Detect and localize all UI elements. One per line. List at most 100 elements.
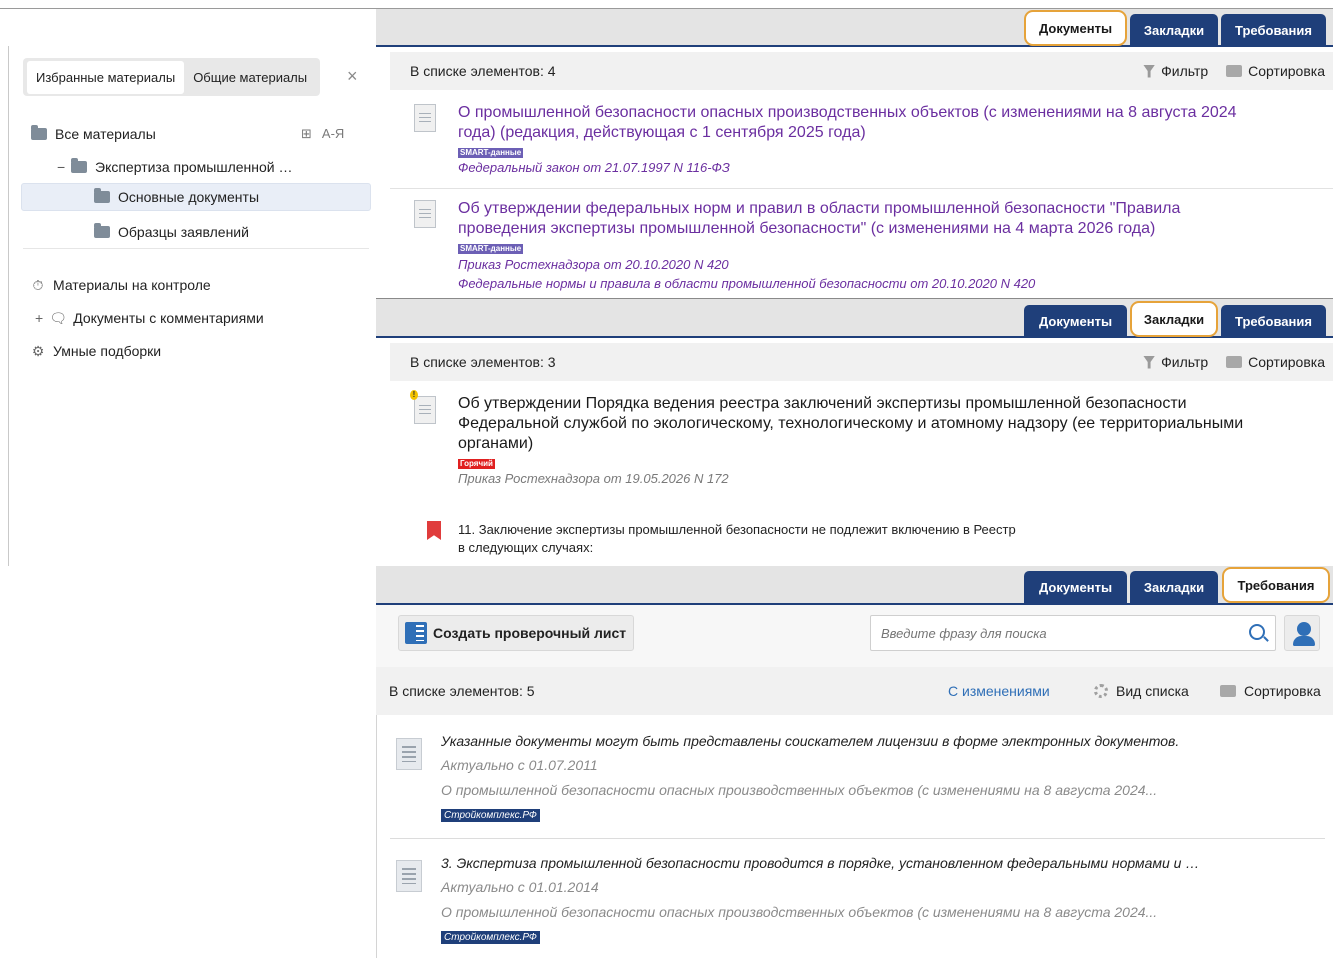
view-list-button[interactable]: Вид списка [1094,683,1189,699]
sort-label: Сортировка [1244,683,1321,699]
sort-az-button[interactable]: А-Я [322,126,344,142]
requirement-icon [396,738,422,770]
create-checklist-label: Создать проверочный лист [433,625,627,641]
sidebar-divider [23,248,369,249]
sort-icon [1220,685,1236,697]
filter-label: Фильтр [1161,63,1209,79]
warning-icon: ! [410,390,418,400]
sidebar-item-label: Умные подборки [53,343,162,359]
document-icon [414,104,436,132]
stopwatch-icon: ⏱ [32,276,44,293]
tree-label: Образцы заявлений [118,224,249,240]
tree-label: Экспертиза промышленной … [95,159,293,175]
tree-item-main-docs[interactable]: Основные документы [21,183,371,211]
tabbar-bookmarks: Документы Закладки Требования [376,298,1333,338]
bookmark-text-line: в следующих случаях: [458,540,594,555]
sidebar-item-control[interactable]: ⏱ Материалы на контроле [29,271,359,299]
tab-favorites[interactable]: Избранные материалы [27,60,185,94]
tab-bookmarks[interactable]: Закладки [1130,571,1218,603]
sidebar-item-label: Документы с комментариями [73,310,264,326]
sort-button[interactable]: Сортировка [1226,63,1325,79]
list-divider [390,838,1325,839]
bookmark-text-line: 11. Заключение экспертизы промышленной б… [458,522,1016,537]
tab-requirements[interactable]: Требования [1221,305,1326,337]
gear-icon: ⚙ [31,342,45,359]
tabbar-documents: Документы Закладки Требования [376,9,1333,47]
filter-button[interactable]: Фильтр [1143,63,1208,79]
list-count: В списке элементов: 3 [410,354,556,370]
list-count: В списке элементов: 5 [389,683,535,699]
document-subtitle[interactable]: Федеральные нормы и правила в области пр… [458,276,1035,291]
requirement-title[interactable]: Указанные документы могут быть представл… [441,733,1179,749]
document-link[interactable]: О промышленной безопасности опасных прои… [458,103,1237,143]
filter-icon [1143,355,1156,369]
document-link[interactable]: Об утверждении федеральных норм и правил… [458,199,1180,239]
tab-requirements[interactable]: Требования [1221,14,1326,46]
document-subtitle[interactable]: Федеральный закон от 21.07.1997 N 116-ФЗ [458,160,730,175]
filter-icon [1143,64,1156,78]
document-link[interactable]: Об утверждении Порядка ведения реестра з… [458,394,1243,454]
bookmark-text[interactable]: 11. Заключение экспертизы промышленной б… [458,521,1016,557]
tab-documents[interactable]: Документы [1024,571,1127,603]
smart-badge: SMART-данные [458,148,524,158]
source-tag: Стройкомплекс.РФ [441,931,540,944]
document-subtitle[interactable]: Приказ Ростехнадзора от 20.10.2020 N 420 [458,257,729,272]
document-title-line: проведения экспертизы промышленной безоп… [458,220,1156,237]
search-box [870,615,1276,651]
comment-icon: 🗨 [49,309,68,326]
document-title-line: Федеральной службой по экологическому, т… [458,415,1244,432]
folder-icon [94,188,110,203]
source-tag: Стройкомплекс.РФ [441,809,540,822]
checklist-icon [405,622,427,644]
sort-icon [1226,356,1243,368]
document-icon [414,396,436,424]
sidebar-item-label: Материалы на контроле [53,277,211,293]
add-folder-icon[interactable]: ⊞ [301,126,312,142]
sidebar-item-smart[interactable]: ⚙ Умные подборки [29,337,359,365]
tab-documents[interactable]: Документы [1024,10,1127,46]
document-title-line: О промышленной безопасности опасных прои… [458,104,1237,121]
gear-icon [1094,684,1108,698]
sidebar: Избранные материалы Общие материалы × Вс… [8,46,376,566]
create-checklist-button[interactable]: Создать проверочный лист [398,615,634,651]
filter-button[interactable]: Фильтр [1143,354,1208,370]
search-input[interactable] [871,616,1241,650]
requirement-title[interactable]: 3. Экспертиза промышленной безопасности … [441,855,1199,871]
tree-item-samples[interactable]: Образцы заявлений [94,218,354,246]
tab-shared[interactable]: Общие материалы [184,61,316,94]
tab-documents[interactable]: Документы [1024,305,1127,337]
sort-button[interactable]: Сортировка [1220,683,1321,699]
search-icon[interactable] [1249,624,1265,640]
requirement-icon [396,860,422,892]
document-icon [414,200,436,228]
collapse-icon[interactable]: − [57,159,71,175]
with-changes-link[interactable]: С изменениями [948,683,1050,699]
tab-bookmarks[interactable]: Закладки [1130,14,1218,46]
requirement-source[interactable]: О промышленной безопасности опасных прои… [441,782,1157,798]
expand-icon[interactable]: + [35,310,43,326]
document-title-line: Об утверждении Порядка ведения реестра з… [458,395,1187,412]
document-title-line: Об утверждении федеральных норм и правил… [458,200,1181,217]
sort-button[interactable]: Сортировка [1226,354,1325,370]
requirement-date: Актуально с 01.07.2011 [441,757,598,773]
filter-label: Фильтр [1161,354,1209,370]
tab-bookmarks[interactable]: Закладки [1130,301,1218,337]
tree-label: Все материалы [55,126,156,142]
document-subtitle: Приказ Ростехнадзора от 19.05.2026 N 172 [458,471,729,486]
document-title-line: органами) [458,435,534,452]
folder-icon [31,125,47,140]
smart-badge: SMART-данные [458,244,524,254]
tree-item-expertise[interactable]: − Экспертиза промышленной … [57,153,367,181]
close-icon[interactable]: × [347,66,358,87]
add-person-button[interactable] [1284,615,1320,651]
requirement-source[interactable]: О промышленной безопасности опасных прои… [441,904,1157,920]
sort-label: Сортировка [1248,354,1325,370]
folder-icon [71,158,87,173]
tab-requirements[interactable]: Требования [1222,567,1330,603]
bookmarks-list-header: В списке элементов: 3 Фильтр Сортировка [390,343,1333,381]
sidebar-item-comments[interactable]: + 🗨 Документы с комментариями [35,304,365,332]
list-count: В списке элементов: 4 [410,63,556,79]
folder-icon [94,223,110,238]
tree-tools: ⊞ А-Я [301,126,344,142]
tree-label: Основные документы [118,189,260,205]
